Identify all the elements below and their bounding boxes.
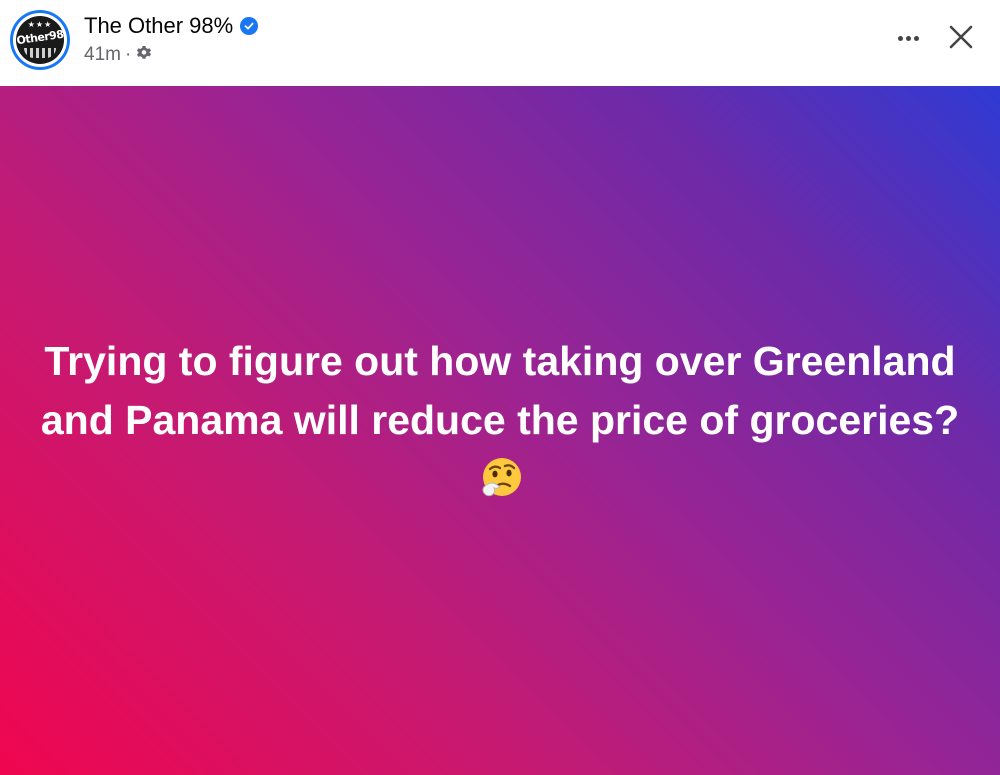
post-meta: 41m · [84, 43, 153, 67]
avatar[interactable]: ★★★ Other98 [10, 10, 70, 70]
thinking-face-icon [478, 455, 524, 501]
more-options-icon[interactable] [893, 28, 923, 48]
post-timestamp[interactable]: 41m [84, 44, 121, 66]
avatar-logo-text: Other98 [16, 27, 64, 48]
post-background: Trying to figure out how taking over Gre… [0, 86, 1000, 775]
avatar-stripes [24, 48, 56, 58]
more-dot [905, 35, 911, 41]
gear-icon[interactable] [135, 43, 153, 67]
more-dot [897, 35, 903, 41]
author-row: The Other 98% [84, 13, 259, 39]
verified-badge-icon [240, 17, 259, 35]
avatar-logo: ★★★ Other98 [16, 16, 64, 64]
post-text: Trying to figure out how taking over Gre… [40, 338, 960, 443]
post-header: ★★★ Other98 The Other 98% 41m · [0, 0, 1000, 86]
author-name[interactable]: The Other 98% [84, 13, 233, 39]
post-text-container: Trying to figure out how taking over Gre… [35, 332, 965, 509]
more-dot [913, 35, 919, 41]
avatar-ring: ★★★ Other98 [13, 13, 67, 67]
close-icon[interactable] [946, 22, 976, 52]
meta-separator: · [124, 44, 132, 65]
